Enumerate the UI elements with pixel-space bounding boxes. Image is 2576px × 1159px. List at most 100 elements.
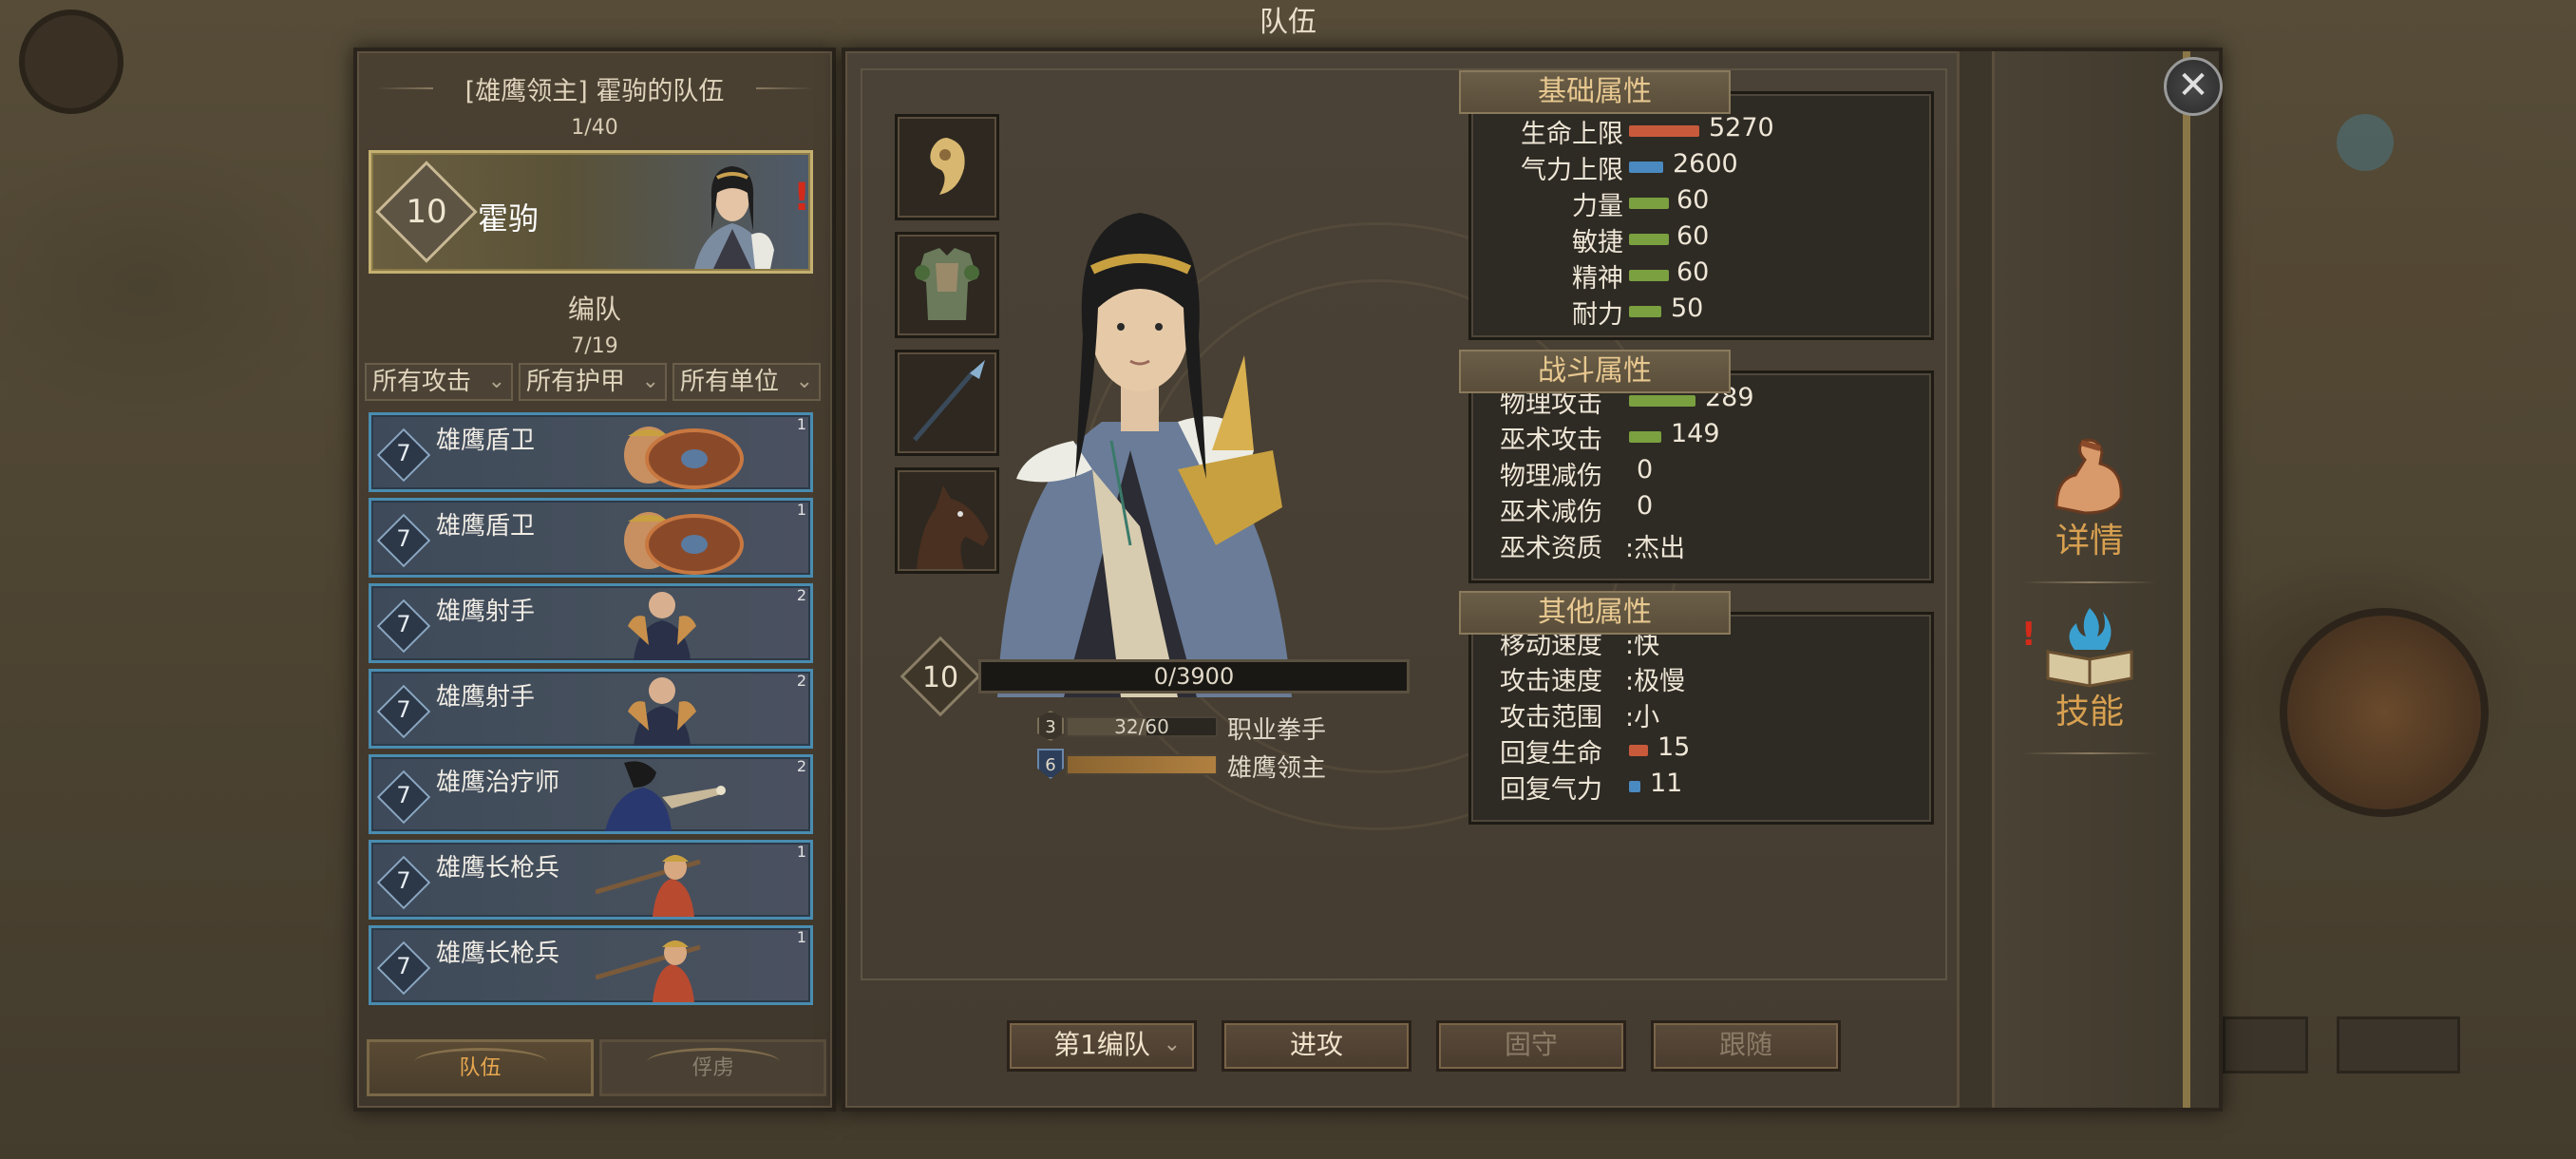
stat-row: 耐力 50 [1471,294,1931,330]
combat-stats-header: 战斗属性 [1459,350,1731,393]
formation-label: 第1编队 [1053,1029,1150,1060]
stat-value: 60 [1676,221,1710,251]
stat-value: 2600 [1673,149,1738,179]
filter-unit-dropdown[interactable]: 所有单位 ⌄ [672,363,821,401]
filter-label: 所有攻击 [372,368,472,396]
unit-level: 7 [396,696,411,723]
formation-label: 编队 [567,294,621,325]
party-count: 1/40 [571,116,618,140]
tab-prisoners[interactable]: 俘虏 [599,1039,826,1096]
tab-details-label: 详情 [2055,522,2124,560]
stat-value: 15 [1657,732,1691,762]
filter-row: 所有攻击 ⌄ 所有护甲 ⌄ 所有单位 ⌄ [365,363,821,401]
formation-dropdown[interactable]: 第1编队 ⌄ [1007,1020,1197,1072]
window-title: 队伍 [1260,6,1316,39]
unit-level: 7 [396,782,411,808]
unit-name: 雄鹰射手 [436,683,536,712]
unit-name: 雄鹰长枪兵 [436,940,560,968]
stat-name: 生命上限 [1521,120,1623,149]
equip-slot-weapon[interactable] [895,350,999,456]
tab-separator [2023,581,2156,583]
unit-row[interactable]: 7 雄鹰射手 2 [369,583,813,663]
unit-level: 7 [396,867,411,894]
map-token [19,10,123,114]
unit-row[interactable]: 7 雄鹰盾卫 1 [369,412,813,492]
stat-bar [1629,125,1699,137]
spell-book-icon [2046,608,2133,688]
tab-skills[interactable]: ! 技能 [1995,602,2185,754]
tab-party[interactable]: 队伍 [367,1039,594,1096]
stat-value: 60 [1676,185,1710,215]
stat-name: 巫术攻击 [1500,426,1602,455]
attack-button[interactable]: 进攻 [1222,1020,1411,1072]
filter-attack-dropdown[interactable]: 所有攻击 ⌄ [365,363,513,401]
stat-bar [1629,781,1640,792]
unit-name: 雄鹰长枪兵 [436,854,560,883]
unit-tier: 1 [796,843,806,861]
stat-bar [1629,198,1669,209]
class-progress-text: 32/60 [1114,715,1169,738]
stat-row: 物理减伤 0 [1471,455,1931,491]
stat-row: 生命上限 5270 [1471,113,1931,149]
unit-row[interactable]: 7 雄鹰长枪兵 1 [369,840,813,920]
unit-row[interactable]: 7 雄鹰治疗师 2 [369,754,813,834]
unit-level: 7 [396,525,411,552]
spear-icon [913,360,985,442]
equip-slot-armor[interactable] [895,232,999,338]
archer-icon [628,592,696,660]
stat-bar [1629,234,1669,245]
background-button [2337,1016,2460,1074]
spearman-icon [596,940,701,1002]
tab-skills-label: 技能 [2055,693,2124,732]
amulet-icon [930,138,965,195]
unit-level: 7 [396,440,411,466]
tab-ornament [413,1048,547,1076]
unit-tier: 2 [796,586,806,604]
shield-guard-icon [624,512,744,575]
hold-button[interactable]: 固守 [1436,1020,1626,1072]
combat-stats-box: 物理攻击 289 巫术攻击 149 物理减伤 0 巫术减伤 0 巫术资质 :杰出 [1468,370,1934,583]
follow-button[interactable]: 跟随 [1651,1020,1841,1072]
unit-name: 雄鹰盾卫 [436,512,536,541]
title-progress-bar [1066,754,1218,775]
close-button[interactable]: ✕ [2164,57,2223,116]
stat-name: 力量 [1572,192,1623,221]
stat-name: 巫术减伤 [1500,498,1602,527]
tab-ornament [646,1048,780,1076]
unit-row[interactable]: 7 雄鹰长枪兵 1 [369,925,813,1005]
unit-tier: 1 [796,501,806,519]
filter-label: 所有单位 [680,368,780,396]
unit-name: 雄鹰治疗师 [436,769,560,797]
stat-row: 气力上限 2600 [1471,149,1931,185]
filter-armor-dropdown[interactable]: 所有护甲 ⌄ [519,363,667,401]
stat-row: 巫术攻击 149 [1471,419,1931,455]
stat-row: 敏捷 60 [1471,221,1931,257]
formation-count: 7/19 [571,334,618,358]
equip-slot-accessory[interactable] [895,114,999,220]
unit-level: 7 [396,611,411,637]
stat-value: 0 [1637,491,1654,521]
background-button [2223,1016,2308,1074]
equip-slot-mount[interactable] [895,467,999,574]
unit-row[interactable]: 7 雄鹰盾卫 1 [369,498,813,578]
filter-label: 所有护甲 [526,368,626,396]
stat-value: 11 [1650,769,1683,798]
armor-icon [915,248,979,320]
class-name: 职业拳手 [1227,716,1327,745]
unit-row[interactable]: 7 雄鹰射手 2 [369,669,813,749]
stat-row: 攻击范围 :小 [1471,696,1931,732]
class-progress-bar: 32/60 [1066,716,1218,737]
stat-name: 敏捷 [1572,228,1623,257]
basic-stats-box: 生命上限 5270 气力上限 2600 力量 60 敏捷 60 精神 60 耐力… [1468,91,1934,340]
xp-bar: 0/3900 [978,659,1410,694]
stat-value: 149 [1671,419,1720,448]
tab-details[interactable]: 详情 [1995,431,2185,583]
horse-icon [917,485,989,569]
other-stats-box: 移动速度 :快 攻击速度 :极慢 攻击范围 :小 回复生命 15 回复气力 11 [1468,612,1934,825]
side-tab-column: 详情 ! 技能 [1995,51,2219,1108]
hero-card[interactable]: 10 霍驹 ! [369,150,813,274]
character-level: 10 [921,661,959,694]
unit-level: 7 [396,953,411,979]
shield-guard-icon [624,427,744,489]
stat-name: 回复生命 [1500,739,1602,769]
